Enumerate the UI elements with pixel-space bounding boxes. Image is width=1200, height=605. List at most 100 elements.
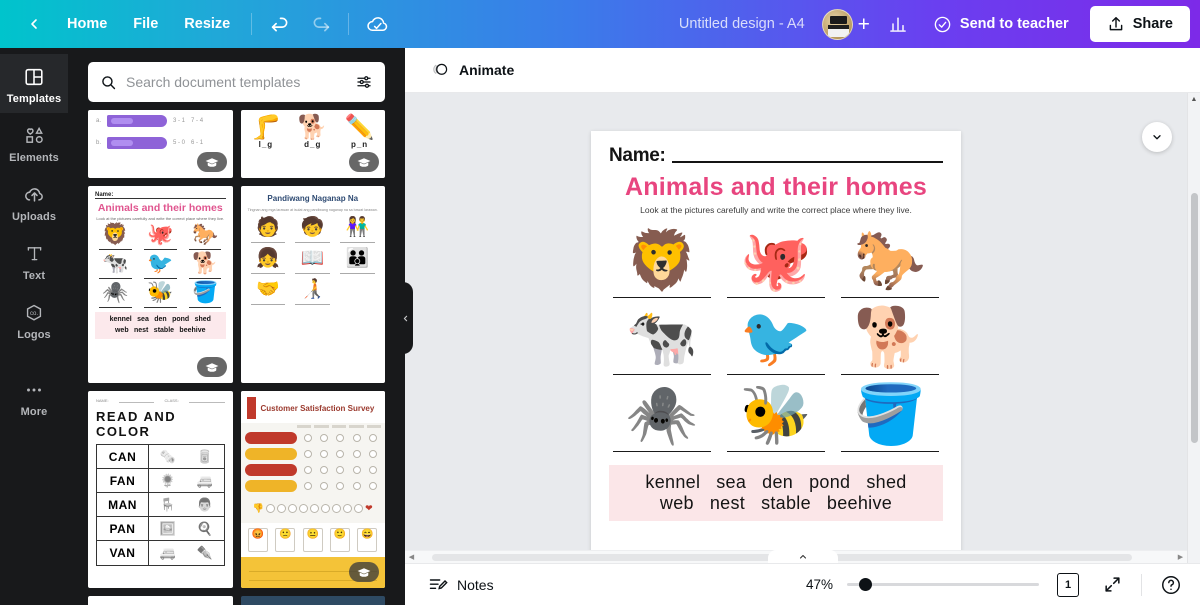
insights-button[interactable] — [880, 7, 916, 41]
mini-title: Animals and their homes — [97, 202, 223, 214]
template-thumbnail-next-b[interactable] — [240, 596, 385, 605]
crayon-row-num: a. — [96, 118, 102, 124]
redo-icon — [313, 17, 329, 31]
worksheet-animal-grid: 🦁 🐙 🐎 🐄 🐦 🐕 🕷️ 🐝 🪣 — [609, 225, 943, 452]
dog-icon: 🐕 — [853, 305, 927, 371]
sidebar-item-logos[interactable]: co. Logos — [0, 290, 68, 349]
redo-button[interactable] — [302, 7, 338, 41]
undo-icon — [271, 17, 288, 31]
crayon-row: a. 3 - 1 7 - 4 — [88, 110, 233, 132]
canvas-area[interactable]: Name: Animals and their homes Look at th… — [405, 93, 1200, 563]
templates-icon — [23, 65, 45, 88]
template-thumbnail-customer-survey[interactable]: Customer Satisfaction Survey 👎 ❤ 😡 🙁 😐 🙂… — [240, 391, 385, 588]
worksheet-word-bank[interactable]: kennel sea den pond shed web nest stable… — [609, 465, 943, 521]
home-button[interactable]: Home — [54, 9, 120, 39]
file-menu-button[interactable]: File — [120, 9, 171, 39]
sidebar-item-elements[interactable]: Elements — [0, 113, 68, 172]
template-thumbnail-list[interactable]: a. 3 - 1 7 - 4 b. 5 - 0 6 - 1 🦵 l_g 🐕 d_… — [68, 110, 405, 605]
sidebar-label-elements: Elements — [9, 152, 59, 164]
template-thumbnail-pandiwang[interactable]: Pandiwang Naganap Na Tingnan ang mga lar… — [240, 186, 385, 383]
saved-status-button[interactable] — [359, 7, 395, 41]
scroll-up-arrow[interactable]: ▲ — [1188, 93, 1200, 106]
template-thumbnail-phonics[interactable]: 🦵 l_g 🐕 d_g ✏️ p_n — [240, 110, 386, 178]
mini-emoji: 🕷️ — [102, 281, 129, 305]
template-thumbnail-crayons[interactable]: a. 3 - 1 7 - 4 b. 5 - 0 6 - 1 — [88, 110, 233, 178]
worksheet-page[interactable]: Name: Animals and their homes Look at th… — [591, 131, 961, 563]
back-button[interactable] — [16, 7, 52, 41]
mini-emoji: 🐄 — [102, 252, 129, 276]
canvas-vertical-scrollbar[interactable]: ▲ — [1187, 93, 1200, 563]
scroll-left-arrow[interactable]: ◀ — [405, 553, 418, 561]
phonics-cell: 🦵 l_g — [245, 116, 288, 150]
cap-glyph — [205, 157, 218, 167]
tagalog-cell: 👫 — [337, 218, 378, 243]
zoom-slider[interactable] — [847, 577, 1039, 593]
tagalog-subtitle: Tingnan ang mga larawan at isulat ang pa… — [247, 208, 378, 212]
mini-cell: 🐙 — [140, 223, 181, 251]
zoom-slider-knob[interactable] — [859, 578, 872, 591]
crayon-eq-a: 5 - 0 — [173, 140, 186, 146]
template-thumbnail-animals-homes[interactable]: Name: Animals and their homes Look at th… — [88, 186, 233, 383]
mini-bank-word: sea — [137, 316, 149, 324]
top-toolbar-right: Untitled design - A4 + Send to teacher S… — [667, 0, 1200, 48]
chevron-up-icon — [799, 554, 806, 559]
send-to-teacher-button[interactable]: Send to teacher — [920, 7, 1082, 42]
search-input[interactable] — [126, 74, 346, 90]
mini-emoji: 🐙 — [147, 223, 174, 246]
rc-pic: 🥫 — [196, 448, 213, 464]
vertical-scroll-thumb[interactable] — [1191, 193, 1198, 443]
chevron-down-icon — [1153, 135, 1161, 140]
sidebar-item-templates[interactable]: Templates — [0, 54, 68, 113]
template-thumbnail-next-a[interactable] — [88, 596, 233, 605]
sidebar-item-more[interactable]: More — [0, 367, 68, 426]
mini-bank-word: stable — [153, 326, 175, 334]
lion-icon: 🦁 — [625, 228, 699, 294]
collapse-panel-button[interactable] — [397, 282, 413, 354]
page-options-button[interactable] — [1142, 122, 1172, 152]
answer-line — [841, 374, 939, 375]
mini-worksheet: Name: Animals and their homes Look at th… — [88, 186, 233, 345]
share-button[interactable]: Share — [1089, 6, 1190, 42]
chevron-left-icon — [403, 315, 407, 321]
word-bank-row-1: kennel sea den pond shed — [619, 472, 933, 493]
sidebar-item-uploads[interactable]: Uploads — [0, 172, 68, 231]
filter-sliders-icon[interactable] — [355, 73, 373, 91]
search-box[interactable] — [88, 62, 385, 102]
collaborators-group[interactable]: + — [819, 6, 876, 43]
notes-button[interactable]: Notes — [419, 569, 503, 601]
text-icon — [24, 242, 45, 265]
mini-emoji: 🐝 — [147, 281, 174, 305]
page-manager-button[interactable]: 1 — [1053, 569, 1083, 600]
toolbar-divider-2 — [348, 13, 350, 35]
phonics-word: d_g — [304, 140, 322, 149]
mini-name-line: Name: — [95, 192, 226, 199]
worksheet-cell-cow: 🐄 — [609, 302, 715, 375]
animate-button[interactable]: Animate — [423, 55, 522, 86]
worksheet-cell-spider: 🕷️ — [609, 379, 715, 452]
help-button[interactable] — [1156, 570, 1186, 600]
document-title[interactable]: Untitled design - A4 — [667, 9, 817, 39]
fullscreen-button[interactable] — [1097, 570, 1127, 600]
rc-pic: 🪑 — [159, 496, 176, 512]
resize-button[interactable]: Resize — [171, 9, 243, 39]
undo-button[interactable] — [262, 7, 298, 41]
expand-notes-handle[interactable] — [767, 550, 838, 563]
rc-word: CAN — [97, 445, 149, 468]
mini-bank-word: web — [114, 326, 129, 334]
worksheet-cell-octopus: 🐙 — [723, 225, 829, 298]
mini-animal-grid: 🦁 🐙 🐎 🐄 🐦 🐕 🕷️ 🐝 🪣 — [95, 223, 226, 309]
sidebar-item-text[interactable]: Text — [0, 231, 68, 290]
scroll-right-arrow[interactable]: ▶ — [1174, 553, 1187, 561]
editor-toolbar: Animate — [405, 48, 1200, 93]
logos-icon: co. — [23, 301, 45, 324]
survey-row-label — [244, 448, 297, 460]
word-bank-word: web — [659, 493, 694, 513]
tagalog-cell: 🧑 — [248, 218, 289, 243]
tagalog-cell — [337, 280, 378, 305]
read-color-table: CAN 🗞️ 🥫 FAN 🌻 🚐 MAN 🪑 👨 PAN 🖼️ 🍳 VAN 🚐 … — [96, 444, 225, 566]
tagalog-emoji: 🧒 — [300, 217, 325, 238]
mini-emoji: 🦁 — [102, 223, 129, 246]
template-thumbnail-read-and-color[interactable]: NAME: CLASS: READ AND COLOR CAN 🗞️ 🥫 FAN … — [88, 391, 233, 588]
phonics-row: 🦵 l_g 🐕 d_g ✏️ p_n — [241, 110, 386, 155]
rc-pic: 🍳 — [196, 520, 213, 536]
